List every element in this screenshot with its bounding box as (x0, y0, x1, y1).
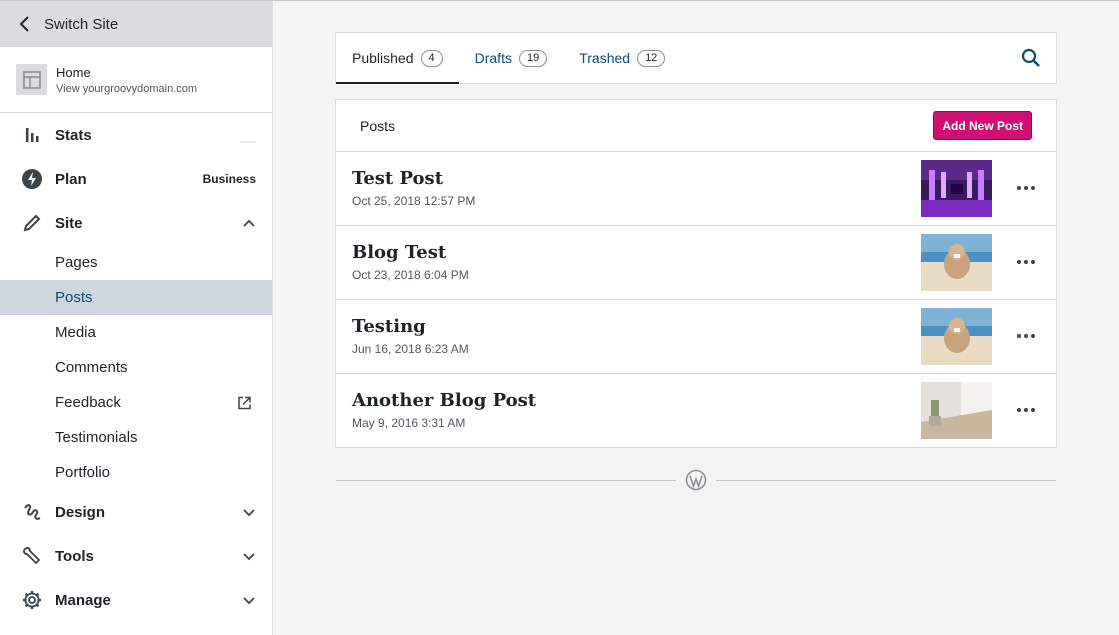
post-row[interactable]: Test Post Oct 25, 2018 12:57 PM (336, 152, 1056, 226)
switch-site-button[interactable]: Switch Site (0, 1, 272, 47)
sidebar-item-label: Testimonials (55, 429, 138, 446)
wrench-icon (21, 545, 43, 567)
chevron-down-icon (243, 553, 255, 561)
design-icon (21, 501, 43, 523)
sidebar-item-posts[interactable]: Posts (0, 280, 272, 315)
plan-icon (21, 168, 43, 190)
post-date: Jun 16, 2018 6:23 AM (352, 342, 469, 356)
post-row[interactable]: Testing Jun 16, 2018 6:23 AM (336, 300, 1056, 374)
switch-site-label: Switch Site (44, 15, 119, 33)
nav-stats-label: Stats (55, 126, 92, 144)
nav-stats[interactable]: Stats (0, 113, 272, 157)
nav-tools-label: Tools (55, 547, 94, 565)
chevron-up-icon (243, 219, 255, 227)
sidebar-item-label: Media (55, 324, 96, 341)
nav-tools[interactable]: Tools (0, 534, 272, 578)
stats-sparkline (240, 141, 256, 143)
site-name: Home (56, 64, 91, 80)
tab-published[interactable]: Published 4 (336, 33, 459, 84)
tab-count: 12 (637, 49, 666, 67)
sidebar-item-label: Comments (55, 359, 128, 376)
site-icon (16, 64, 47, 95)
post-date: Oct 23, 2018 6:04 PM (352, 268, 469, 282)
post-thumbnail (921, 382, 992, 439)
more-options-icon[interactable] (1016, 254, 1036, 270)
nav-design[interactable]: Design (0, 490, 272, 534)
post-row[interactable]: Blog Test Oct 23, 2018 6:04 PM (336, 226, 1056, 300)
chevron-left-icon (19, 16, 29, 32)
sidebar: Switch Site Home View yourgroovydomain.c… (0, 1, 273, 635)
post-date: Oct 25, 2018 12:57 PM (352, 194, 476, 208)
nav-manage-label: Manage (55, 591, 111, 609)
nav-manage[interactable]: Manage (0, 578, 272, 622)
search-icon[interactable] (1021, 48, 1041, 68)
plan-badge: Business (202, 172, 256, 186)
nav-plan[interactable]: Plan Business (0, 157, 272, 201)
post-thumbnail (921, 308, 992, 365)
site-url: View yourgroovydomain.com (56, 82, 198, 95)
wordpress-logo-icon (685, 469, 707, 491)
posts-header-title: Posts (360, 117, 396, 134)
nav-site[interactable]: Site (0, 201, 272, 245)
more-options-icon[interactable] (1016, 402, 1036, 418)
stats-icon (21, 124, 43, 146)
add-new-post-button[interactable]: Add New Post (933, 111, 1032, 140)
post-title[interactable]: Another Blog Post (352, 390, 536, 411)
chevron-down-icon (243, 597, 255, 605)
sidebar-item-label: Portfolio (55, 464, 111, 481)
more-options-icon[interactable] (1016, 328, 1036, 344)
sidebar-item-label: Pages (55, 254, 98, 271)
post-status-tabs: Published 4 Drafts 19 Trashed 12 (335, 32, 1057, 84)
sidebar-item-label: Feedback (55, 394, 121, 411)
sidebar-item-pages[interactable]: Pages (0, 245, 272, 280)
post-thumbnail (921, 234, 992, 291)
layout-icon (22, 70, 41, 89)
sidebar-item-media[interactable]: Media (0, 315, 272, 350)
site-card[interactable]: Home View yourgroovydomain.com (0, 47, 272, 113)
post-title[interactable]: Testing (352, 316, 426, 337)
nav-design-label: Design (55, 503, 106, 521)
nav-site-label: Site (55, 214, 83, 232)
nav-plan-label: Plan (55, 170, 87, 188)
chevron-down-icon (243, 509, 255, 517)
external-link-icon (238, 396, 251, 409)
sidebar-item-label: Posts (55, 289, 93, 306)
post-thumbnail (921, 160, 992, 217)
post-row[interactable]: Another Blog Post May 9, 2016 3:31 AM (336, 374, 1056, 448)
tab-label: Published (352, 50, 414, 66)
posts-header: Posts Add New Post (336, 100, 1056, 152)
tab-drafts[interactable]: Drafts 19 (459, 33, 564, 83)
post-date: May 9, 2016 3:31 AM (352, 416, 466, 430)
posts-list: Posts Add New Post Test Post Oct 25, 201… (335, 99, 1057, 448)
gear-icon (21, 589, 43, 611)
post-title[interactable]: Test Post (352, 168, 443, 189)
tab-count: 19 (518, 49, 548, 67)
post-title[interactable]: Blog Test (352, 242, 446, 263)
more-options-icon[interactable] (1016, 180, 1036, 196)
tab-label: Drafts (474, 50, 512, 66)
sidebar-item-comments[interactable]: Comments (0, 350, 272, 385)
sidebar-item-testimonials[interactable]: Testimonials (0, 420, 272, 455)
sidebar-item-portfolio[interactable]: Portfolio (0, 455, 272, 490)
tab-label: Trashed (579, 50, 631, 66)
footer-divider (336, 480, 676, 481)
sidebar-item-feedback[interactable]: Feedback (0, 385, 272, 420)
footer-divider (716, 480, 1056, 481)
pencil-icon (21, 212, 43, 234)
tab-trashed[interactable]: Trashed 12 (563, 33, 681, 83)
tab-count: 4 (420, 49, 443, 67)
